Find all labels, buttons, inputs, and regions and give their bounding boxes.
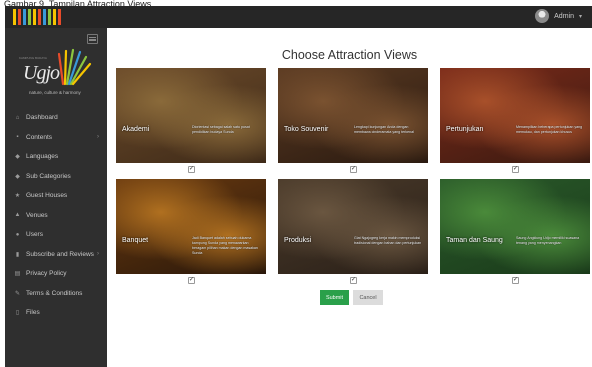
sidebar-item-terms-conditions[interactable]: ✎ Terms & Conditions bbox=[5, 284, 107, 304]
sidebar-item-venues[interactable]: ▲ Venues bbox=[5, 206, 107, 226]
attraction-photo bbox=[116, 179, 266, 274]
sidebar-item-guest-houses[interactable]: ★ Guest Houses bbox=[5, 186, 107, 206]
logo-stripe bbox=[53, 9, 56, 25]
attraction-description: Lengkapi kunjungan Anda dengan membawa c… bbox=[354, 125, 414, 134]
attraction-checkbox[interactable]: ✓ bbox=[512, 277, 519, 284]
sidebar-item-label: Sub Categories bbox=[26, 172, 71, 180]
attraction-card[interactable]: Toko Souvenir Lengkapi kunjungan Anda den… bbox=[278, 68, 428, 163]
brand-tagline: nature, culture & harmony bbox=[29, 90, 81, 95]
attraction-card[interactable]: Banquet Jadi Banquet adalah sebuah dukama… bbox=[116, 179, 266, 274]
attraction-name: Akademi bbox=[122, 126, 150, 133]
logo-stripe bbox=[58, 9, 61, 25]
pencil-icon: ✎ bbox=[14, 290, 21, 297]
logo-stripe bbox=[33, 9, 36, 25]
attraction-checkbox[interactable]: ✓ bbox=[188, 277, 195, 284]
attraction-name: Produksi bbox=[284, 237, 312, 244]
sidebar-item-label: Privacy Policy bbox=[26, 270, 67, 278]
angklung-fan-icon bbox=[57, 48, 92, 86]
page-title: Choose Attraction Views bbox=[281, 48, 418, 62]
attraction-photo bbox=[278, 68, 428, 163]
attraction-photo bbox=[440, 179, 590, 274]
sidebar-item-label: Guest Houses bbox=[26, 192, 68, 200]
top-bar: Admin ▾ bbox=[5, 6, 592, 28]
sidebar-item-privacy-policy[interactable]: ▤ Privacy Policy bbox=[5, 264, 107, 284]
attraction-photo bbox=[116, 68, 266, 163]
sidebar-toggle-icon[interactable] bbox=[87, 34, 98, 44]
sidebar-item-subscribe-and-reviews[interactable]: ▮ Subscribe and Reviews › bbox=[5, 245, 107, 265]
attraction-card[interactable]: Taman dan Saung Saung Angklung Udjo memil… bbox=[440, 179, 590, 274]
attraction-photo bbox=[440, 68, 590, 163]
logo-stripe bbox=[13, 9, 16, 25]
brand-pretitle: KAMPUNG BUDAYA bbox=[19, 56, 47, 60]
attraction-card[interactable]: Akademi Diorientasi sebagai salah satu pu… bbox=[116, 68, 266, 163]
chevron-right-icon: › bbox=[97, 134, 99, 141]
sidebar-item-files[interactable]: ▯ Files bbox=[5, 303, 107, 323]
brand-logo: KAMPUNG BUDAYA Ugjo nature, culture & ha… bbox=[17, 48, 95, 108]
app-logo[interactable] bbox=[13, 9, 61, 25]
sidebar-item-label: Contents bbox=[26, 133, 53, 141]
logo-stripe bbox=[48, 9, 51, 25]
folder-icon: ▪ bbox=[16, 134, 19, 141]
bookmark-icon: ▮ bbox=[15, 251, 20, 258]
attraction-description: Menampilkan beberapa pertunjukan yang me… bbox=[516, 125, 583, 134]
attraction-name: Banquet bbox=[122, 237, 149, 244]
attraction-name: Toko Souvenir bbox=[284, 126, 329, 133]
submit-button[interactable]: Submit bbox=[320, 290, 349, 305]
attraction-description: Diorientasi sebagai salah satu pusat pen… bbox=[192, 125, 250, 134]
sidebar-item-dashboard[interactable]: ⌂ Dashboard bbox=[5, 108, 107, 128]
user-name: Admin bbox=[554, 12, 574, 20]
logo-stripe bbox=[38, 9, 41, 25]
venue-icon: ▲ bbox=[14, 212, 21, 219]
sidebar-item-label: Dashboard bbox=[26, 114, 58, 122]
attraction-description: Saung Angklung Udjo memiliki suasana ten… bbox=[516, 236, 580, 245]
sidebar-item-label: Languages bbox=[26, 153, 59, 161]
sidebar-nav: ⌂ Dashboard ▪ Contents › ◆ Languages ◆ Sub Categ… bbox=[5, 108, 107, 323]
cancel-button[interactable]: Cancel bbox=[353, 290, 383, 305]
sidebar-item-label: Users bbox=[26, 231, 43, 239]
sidebar-item-contents[interactable]: ▪ Contents › bbox=[5, 128, 107, 148]
sidebar: KAMPUNG BUDAYA Ugjo nature, culture & ha… bbox=[5, 28, 107, 367]
sidebar-item-label: Subscribe and Reviews bbox=[26, 250, 94, 258]
sidebar-item-sub-categories[interactable]: ◆ Sub Categories bbox=[5, 167, 107, 187]
logo-stripe bbox=[23, 9, 26, 25]
user-menu[interactable]: Admin ▾ bbox=[535, 9, 582, 23]
logo-stripe bbox=[43, 9, 46, 25]
home-icon: ⌂ bbox=[15, 114, 20, 121]
sidebar-item-label: Files bbox=[26, 309, 40, 317]
sidebar-item-users[interactable]: ● Users bbox=[5, 225, 107, 245]
sidebar-item-label: Terms & Conditions bbox=[26, 289, 83, 297]
attraction-card[interactable]: Produksi Giat Ngajogreg kerja makin mempr… bbox=[278, 179, 428, 274]
attraction-name: Taman dan Saung bbox=[446, 237, 503, 244]
brand-name: Ugjo bbox=[23, 62, 60, 84]
main-content: Choose Attraction Views Akademi Diorienta… bbox=[107, 28, 592, 367]
attraction-card[interactable]: Pertunjukan Menampilkan beberapa pertunju… bbox=[440, 68, 590, 163]
document-icon: ▤ bbox=[14, 271, 21, 278]
attraction-checkbox[interactable]: ✓ bbox=[188, 166, 195, 173]
chevron-down-icon: ▾ bbox=[578, 13, 582, 20]
attraction-description: Giat Ngajogreg kerja makin memproduksi t… bbox=[354, 236, 422, 245]
attraction-photo bbox=[278, 179, 428, 274]
file-icon: ▯ bbox=[15, 310, 20, 317]
avatar bbox=[535, 9, 550, 23]
attraction-description: Jadi Banquet adalah sebuah dukama kampun… bbox=[192, 236, 258, 255]
tags-icon: ◆ bbox=[15, 173, 20, 180]
tag-icon: ◆ bbox=[15, 154, 20, 161]
attraction-name: Pertunjukan bbox=[446, 126, 484, 133]
user-icon: ● bbox=[15, 231, 20, 238]
attraction-checkbox[interactable]: ✓ bbox=[512, 166, 519, 173]
attraction-checkbox[interactable]: ✓ bbox=[350, 277, 357, 284]
star-icon: ★ bbox=[14, 193, 21, 200]
sidebar-item-label: Venues bbox=[26, 211, 48, 219]
attraction-checkbox[interactable]: ✓ bbox=[350, 166, 357, 173]
logo-stripe bbox=[18, 9, 21, 25]
logo-stripe bbox=[28, 9, 31, 25]
chevron-right-icon: › bbox=[97, 251, 99, 258]
sidebar-item-languages[interactable]: ◆ Languages bbox=[5, 147, 107, 167]
